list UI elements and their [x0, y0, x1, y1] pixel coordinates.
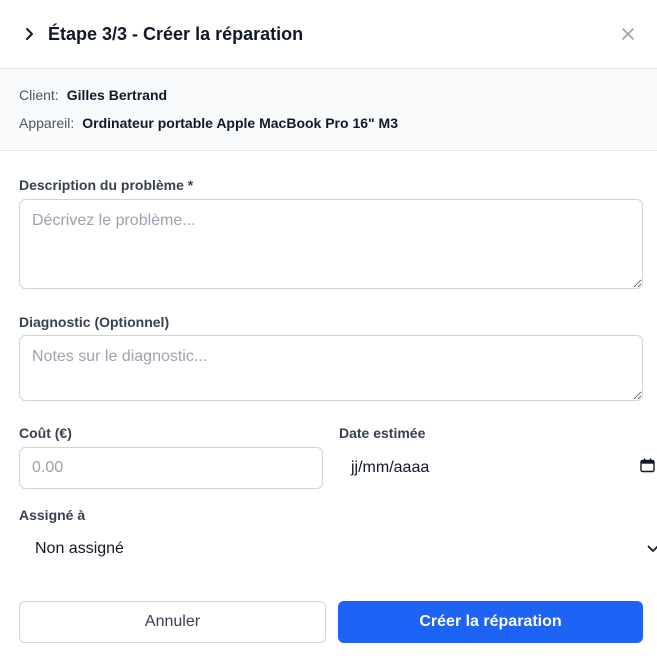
client-name: Gilles Bertrand	[66, 87, 168, 103]
device-row: Appareil: Ordinateur portable Apple MacB…	[19, 115, 638, 131]
create-repair-button[interactable]: Créer la réparation	[338, 601, 643, 643]
chevron-down-icon	[647, 540, 657, 558]
create-repair-modal: Étape 3/3 - Créer la réparation Client: …	[0, 0, 657, 658]
description-textarea[interactable]	[19, 199, 643, 289]
date-value: jj/mm/aaaa	[351, 459, 430, 476]
cost-label: Coût (€)	[19, 425, 72, 441]
diagnostic-label: Diagnostic (Optionnel)	[19, 314, 170, 330]
repair-summary-panel: Client: Gilles Bertrand Appareil: Ordina…	[0, 69, 657, 151]
assigned-value: Non assigné	[35, 540, 124, 557]
cost-input[interactable]	[19, 447, 323, 489]
modal-title: Étape 3/3 - Créer la réparation	[48, 23, 304, 44]
assigned-select[interactable]: Non assigné	[19, 529, 657, 569]
modal-header: Étape 3/3 - Créer la réparation	[0, 0, 657, 69]
diagnostic-textarea[interactable]	[19, 335, 643, 401]
chevron-right-icon[interactable]	[22, 27, 36, 41]
description-label: Description du problème *	[19, 177, 194, 193]
cancel-button[interactable]: Annuler	[19, 601, 326, 643]
date-label: Date estimée	[339, 425, 426, 441]
client-row: Client: Gilles Bertrand	[19, 87, 638, 103]
calendar-icon[interactable]	[640, 458, 655, 478]
device-name: Ordinateur portable Apple MacBook Pro 16…	[82, 115, 398, 131]
estimated-date-input[interactable]: jj/mm/aaaa	[339, 447, 657, 489]
device-label: Appareil:	[19, 115, 75, 131]
close-icon[interactable]	[619, 25, 637, 43]
client-label: Client:	[19, 87, 59, 103]
assigned-label: Assigné à	[19, 507, 86, 523]
